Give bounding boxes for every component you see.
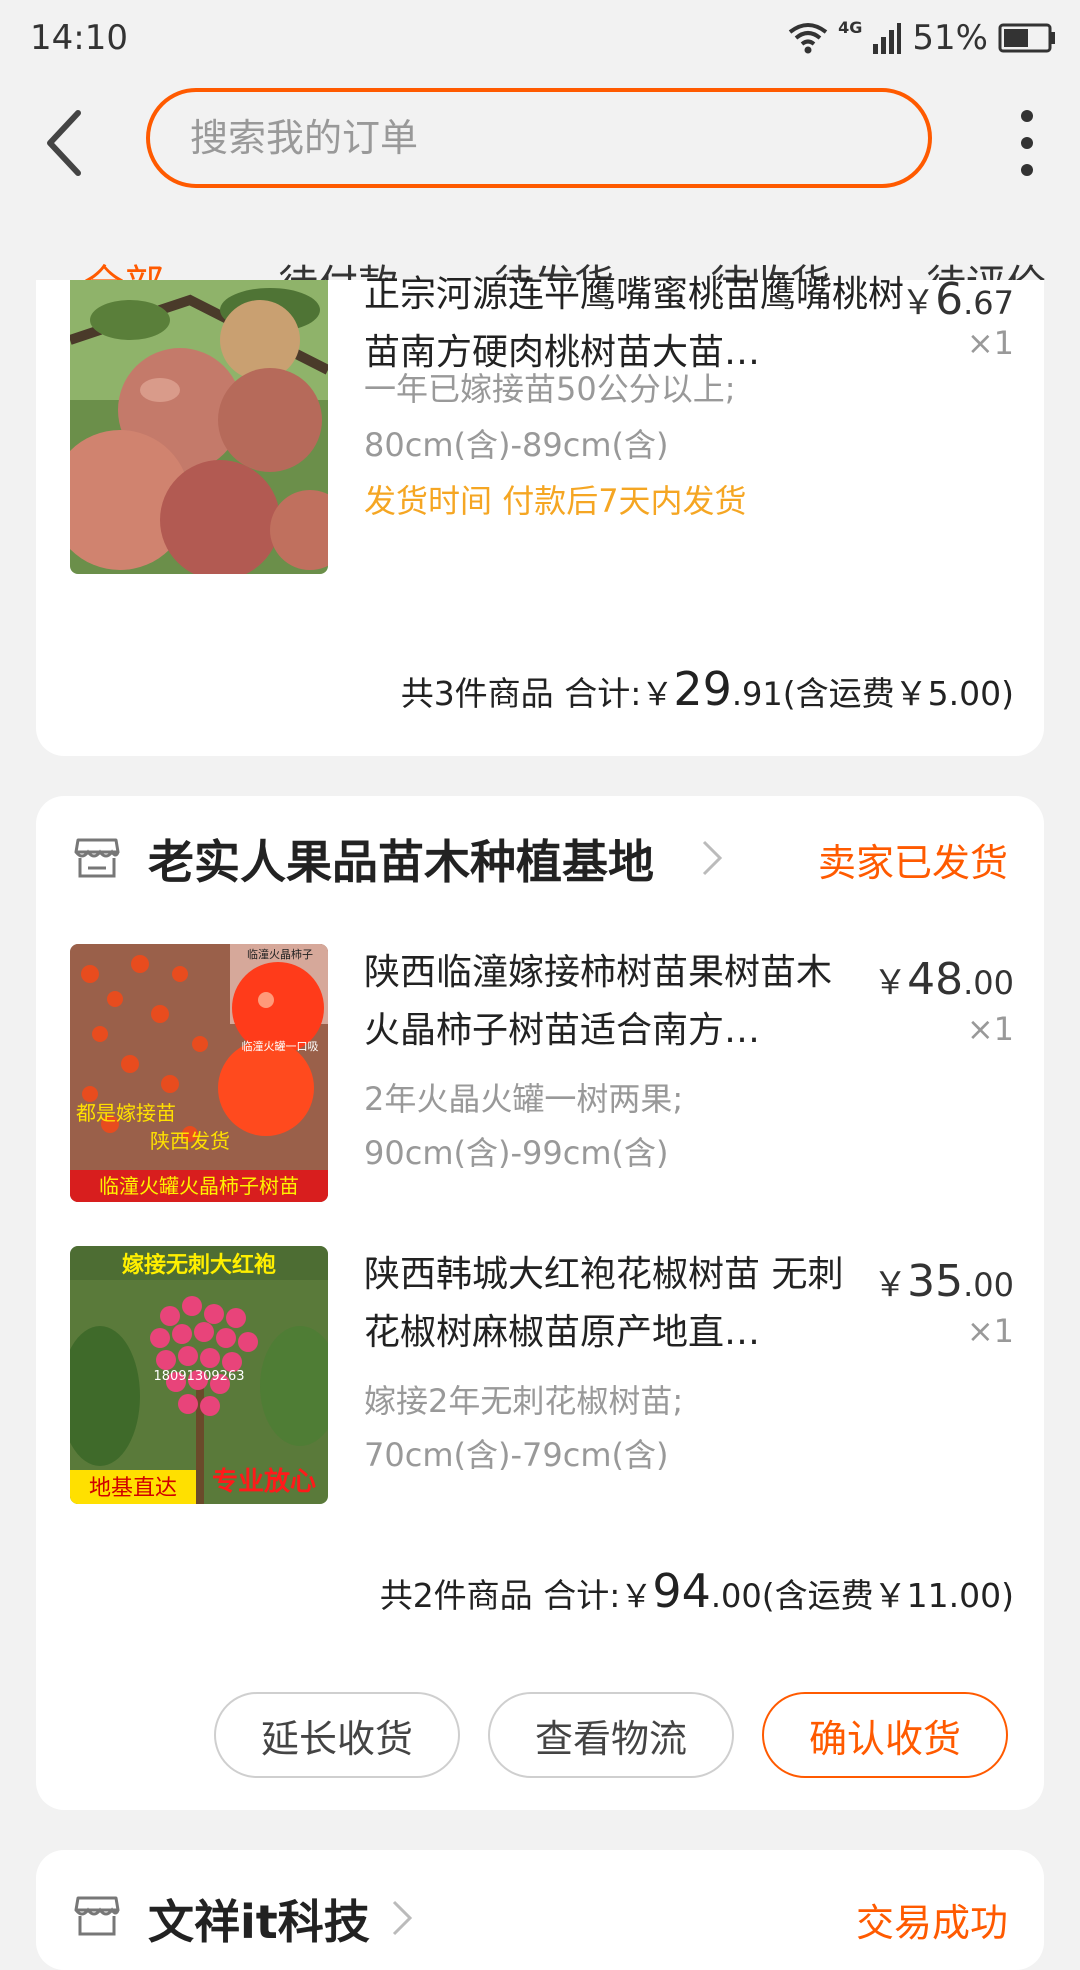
product-quantity: ×1 [966, 1010, 1014, 1048]
svg-text:临潼火罐一口吸: 临潼火罐一口吸 [242, 1039, 319, 1053]
svg-text:18091309263: 18091309263 [154, 1369, 245, 1384]
network-type: 4G [838, 18, 863, 37]
battery-icon [998, 23, 1055, 53]
product-spec: 一年已嫁接苗50公分以上; [364, 370, 736, 408]
product-title[interactable]: 陕西韩城大红袍花椒树苗 无刺花椒树麻椒苗原产地直… [364, 1246, 864, 1362]
extend-receipt-button[interactable]: 延长收货 [214, 1692, 460, 1778]
product-image-pepper[interactable]: 嫁接无刺大红袍 18091309263 地基直达 专业放心 [70, 1246, 328, 1504]
product-size: 70cm(含)-79cm(含) [364, 1436, 669, 1474]
back-button[interactable] [40, 105, 90, 185]
product-price: ￥6.67 [901, 274, 1014, 325]
status-time: 14:10 [30, 18, 128, 58]
product-size: 80cm(含)-89cm(含) [364, 426, 669, 464]
svg-text:都是嫁接苗: 都是嫁接苗 [76, 1101, 176, 1125]
shipping-time: 发货时间 付款后7天内发货 [364, 482, 747, 520]
order-status: 卖家已发货 [817, 841, 1008, 885]
product-quantity: ×1 [966, 324, 1014, 362]
svg-text:陕西发货: 陕西发货 [150, 1129, 230, 1153]
order-card[interactable]: 正宗河源连平鹰嘴蜜桃苗鹰嘴桃树苗南方硬肉桃树苗大苗… ￥6.67 ×1 一年已嫁… [36, 274, 1044, 756]
product-title[interactable]: 陕西临潼嫁接柿树苗果树苗木火晶柿子树苗适合南方… [364, 944, 864, 1060]
product-spec: 2年火晶火罐一树两果; [364, 1080, 684, 1118]
more-menu-button[interactable] [1012, 110, 1042, 176]
product-spec: 嫁接2年无刺花椒树苗; [364, 1382, 684, 1420]
chevron-right-icon[interactable] [390, 1898, 414, 1938]
shop-icon [74, 1896, 120, 1936]
confirm-receipt-button[interactable]: 确认收货 [762, 1692, 1008, 1778]
product-size: 90cm(含)-99cm(含) [364, 1134, 669, 1172]
signal-icon [873, 23, 902, 54]
back-arrow-icon [47, 110, 81, 176]
product-image-persimmon[interactable]: 临潼火晶柿子 临潼火罐一口吸 都是嫁接苗 陕西发货 临潼火罐火晶柿子树苗 [70, 944, 328, 1202]
svg-text:专业放心: 专业放心 [212, 1466, 316, 1497]
status-icons: 4G 51% [788, 16, 1056, 60]
search-input[interactable] [188, 115, 928, 161]
status-bar: 14:10 4G 51% [0, 0, 1080, 80]
product-image-peach[interactable] [70, 280, 328, 574]
more-dots-icon [1021, 110, 1033, 122]
order-total: 共2件商品 合计:￥94.00(含运费￥11.00) [379, 1564, 1014, 1618]
chevron-right-icon[interactable] [700, 838, 724, 878]
product-quantity: ×1 [966, 1312, 1014, 1350]
order-card[interactable]: 老实人果品苗木种植基地 卖家已发货 临潼火晶柿子 临潼火罐一口吸 都是嫁接苗 陕… [36, 796, 1044, 1810]
product-price: ￥48.00 [873, 954, 1014, 1005]
shop-name[interactable]: 老实人果品苗木种植基地 [148, 826, 654, 892]
order-total: 共3件商品 合计:￥29.91(含运费￥5.00) [400, 662, 1014, 716]
svg-text:临潼火罐火晶柿子树苗: 临潼火罐火晶柿子树苗 [99, 1174, 299, 1198]
search-bar[interactable] [146, 88, 932, 188]
svg-text:地基直达: 地基直达 [89, 1476, 177, 1501]
product-price: ￥35.00 [873, 1256, 1014, 1307]
battery-percent: 51% [912, 18, 988, 58]
shop-icon [74, 838, 120, 878]
order-card[interactable]: 文祥it科技 交易成功 [36, 1850, 1044, 1970]
svg-text:临潼火晶柿子: 临潼火晶柿子 [247, 947, 313, 961]
wifi-icon [788, 23, 828, 54]
view-logistics-button[interactable]: 查看物流 [488, 1692, 734, 1778]
svg-text:嫁接无刺大红袍: 嫁接无刺大红袍 [122, 1252, 276, 1278]
shop-name[interactable]: 文祥it科技 [148, 1886, 370, 1952]
